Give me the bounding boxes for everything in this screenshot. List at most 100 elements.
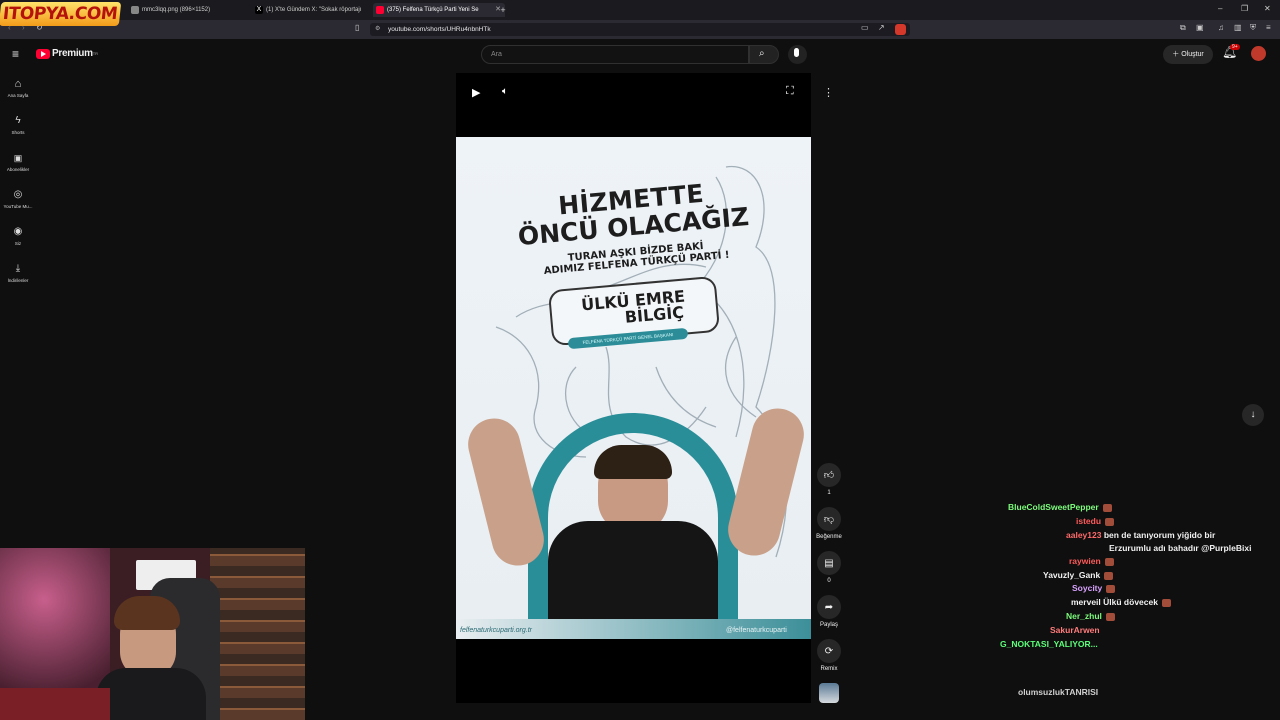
chat-message: Yavuzly_Gank (1043, 570, 1114, 580)
chat-text: Ülkü dövecek (1103, 597, 1158, 607)
country-code: TR (92, 51, 99, 56)
sofa (0, 688, 110, 720)
comment-count: 0 (827, 578, 831, 584)
like-button[interactable]: 👍︎ 1 (816, 463, 842, 496)
wallet-icon[interactable]: ▣ (1196, 23, 1204, 32)
plus-icon: ＋ (1172, 51, 1182, 58)
hamburger-menu-icon[interactable]: ≡ (12, 47, 19, 61)
menu-icon[interactable]: ≡ (1266, 23, 1271, 32)
url-field[interactable]: ⚙ youtube.com/shorts/UHRu4nbnHTk (370, 23, 910, 36)
subscriptions-icon: ▣ (13, 153, 23, 163)
remix-icon: ⟳ (817, 639, 841, 663)
arrow-down-icon: ↓ (1250, 409, 1256, 420)
you-icon: ◉ (13, 226, 23, 237)
maximize-icon[interactable]: ❐ (1241, 4, 1248, 13)
chat-message: G_NOKTASI_YALIYOR... (1000, 639, 1098, 649)
brave-shield-icon[interactable] (895, 24, 906, 35)
dislike-button[interactable]: 👎︎ Beğenme (816, 507, 842, 540)
sidebar-toggle-icon[interactable]: ▥ (1234, 23, 1242, 32)
bookmark-icon[interactable]: ▯ (355, 23, 359, 32)
sidebar-item-home[interactable]: ⌂ Ana Sayfa (0, 78, 36, 98)
sound-thumbnail[interactable] (819, 683, 839, 703)
chat-username: G_NOKTASI_YALIYOR... (1000, 639, 1098, 649)
extensions-icon[interactable]: ⧉ (1180, 23, 1186, 33)
home-icon: ⌂ (14, 78, 22, 90)
website-text: felfenaturkcuparti.org.tr (460, 627, 532, 634)
chat-message: Erzurumlu adı bahadır @PurpleBixi (1109, 543, 1251, 553)
browser-tab-bar: mmc3lqq.png (896×1152) X (1) X'te Gündem… (0, 0, 1280, 20)
fullscreen-icon[interactable]: ⛶ (786, 85, 794, 98)
bookshelf (210, 548, 305, 720)
chat-username: Yavuzly_Gank (1043, 570, 1101, 580)
chat-username: SakurArwen (1050, 625, 1100, 635)
play-icon[interactable]: ▶ (472, 86, 480, 99)
person-shirt (548, 521, 718, 621)
screen-icon[interactable]: ▭ (861, 23, 869, 32)
more-options-icon[interactable]: ⋮ (823, 86, 834, 99)
sidebar-item-youtube-music[interactable]: ◎ YouTube Mu... (0, 189, 36, 209)
next-video-button[interactable]: ↓ (1242, 404, 1264, 426)
site-info-icon[interactable]: ⚙ (375, 23, 380, 36)
download-icon: ⤓ (15, 263, 21, 274)
video-frame: HİZMETTE ÖNCÜ OLACAĞIZ TURAN AŞKI BİZDE … (456, 137, 811, 639)
shield-icon[interactable]: ⛨ (1250, 23, 1256, 33)
notification-badge: 9+ (1230, 44, 1240, 50)
close-window-icon[interactable]: ✕ (1264, 4, 1271, 13)
chat-text: ben de tanıyorum yiğido bir (1103, 530, 1216, 540)
sidebar-item-downloads[interactable]: ⤓ İndirilenler (0, 263, 36, 283)
chat-message: istedu (1076, 516, 1115, 526)
emote-icon (1105, 517, 1115, 526)
sidebar-item-shorts[interactable]: ϟ Shorts (0, 115, 36, 135)
sidebar-item-label: İndirilenler (7, 278, 29, 283)
itopya-logo: ITOPYA.COM (0, 2, 122, 26)
tab-title: (375) Felfena Türkçü Parti Yeni Se (387, 7, 479, 13)
chat-username: raywien (1069, 556, 1101, 566)
youtube-premium-logo[interactable]: Premium TR (36, 48, 98, 59)
like-count: 1 (827, 490, 831, 496)
create-label: Oluştur (1181, 51, 1204, 58)
search-icon: ⌕ (759, 48, 765, 59)
minimize-icon[interactable]: – (1218, 4, 1222, 13)
emote-icon (1161, 598, 1171, 607)
emote-icon (1104, 571, 1114, 580)
sidebar-item-label: Ana Sayfa (7, 93, 29, 98)
chat-message: merveil Ülkü dövecek (1071, 597, 1171, 607)
search-input[interactable]: Ara (481, 45, 749, 64)
url-text: youtube.com/shorts/UHRu4nbnHTk (388, 26, 491, 33)
chat-message: raywien (1069, 556, 1114, 566)
chat-username: istedu (1076, 516, 1102, 526)
comments-button[interactable]: ▤ 0 (816, 551, 842, 584)
tab-x[interactable]: X (1) X'te Gündem X: "Sokak röportajı (252, 3, 384, 17)
tab-title: mmc3lqq.png (896×1152) (142, 7, 211, 13)
avatar[interactable] (1251, 46, 1266, 61)
share-button[interactable]: ➦ Paylaş (816, 595, 842, 628)
sidebar-item-label: Shorts (11, 130, 25, 135)
shorts-video-player[interactable]: ▶ 🔈︎ ⛶ HİZMETTE ÖNCÜ OLACAĞIZ TURAN AŞKI… (456, 73, 811, 703)
sidebar-item-subscriptions[interactable]: ▣ Abonelikler (0, 152, 36, 172)
chat-username: BlueColdSweetPepper (1008, 502, 1099, 512)
shorts-icon: ϟ (15, 115, 21, 126)
sidebar-item-you[interactable]: ◉ Siz (0, 226, 36, 246)
search-button[interactable]: ⌕ (749, 45, 779, 64)
thumbs-up-icon: 👍︎ (817, 463, 841, 487)
chat-text: Erzurumlu adı bahadır @PurpleBixi (1109, 543, 1252, 553)
brand-label: Premium (52, 48, 93, 59)
emote-icon (1102, 503, 1112, 512)
emote-icon (1106, 584, 1116, 593)
handle-text: @felfenaturkcuparti (726, 627, 787, 634)
image-favicon-icon (131, 6, 139, 14)
volume-icon[interactable]: 🔈︎ (502, 86, 508, 97)
create-button[interactable]: ＋ Oluştur (1163, 45, 1213, 64)
thumbs-down-icon: 👎︎ (817, 507, 841, 531)
voice-search-button[interactable] (788, 45, 807, 64)
tab-image[interactable]: mmc3lqq.png (896×1152) (128, 3, 260, 17)
chat-message: olumsuzlukTANRISI (1018, 687, 1098, 697)
music-icon[interactable]: ♫ (1218, 23, 1224, 32)
new-tab-button[interactable]: + (496, 3, 510, 17)
tab-youtube-active[interactable]: (375) Felfena Türkçü Parti Yeni Se ✕ (373, 3, 505, 17)
comment-icon: ▤ (817, 551, 841, 575)
share-page-icon[interactable]: ↗ (878, 23, 885, 32)
chat-message: BlueColdSweetPepper (1008, 502, 1112, 512)
emote-icon (1105, 612, 1115, 621)
remix-button[interactable]: ⟳ Remix (816, 639, 842, 672)
